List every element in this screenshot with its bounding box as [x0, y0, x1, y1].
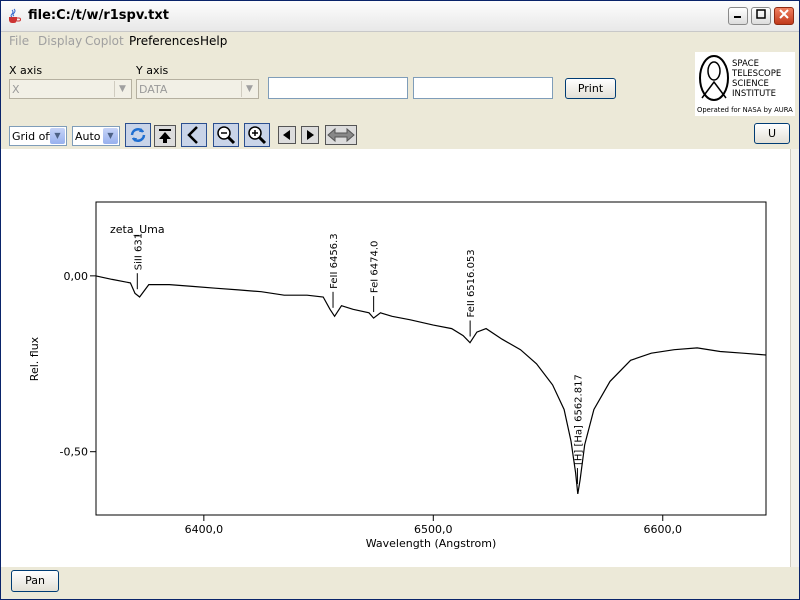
object-label: zeta_Uma: [110, 223, 165, 236]
menu-preferences[interactable]: Preferences: [129, 34, 200, 48]
annotation-label: SiII 631: [133, 233, 144, 270]
chevron-down-icon: ▼: [114, 81, 130, 97]
scroll-left-button[interactable]: [278, 126, 296, 144]
svg-text:SPACE: SPACE: [732, 59, 759, 69]
plot-area[interactable]: 6400,0 6500,0 6600,0 0,00 -0,50 SiII 631 FeII…: [1, 149, 790, 569]
menu-bar: File Display Coplot Preferences Help: [1, 32, 799, 50]
grid-select[interactable]: Grid off ▼: [9, 126, 67, 146]
chevron-down-icon: ▼: [103, 128, 118, 144]
maximize-icon: [756, 9, 766, 19]
back-button[interactable]: [181, 123, 207, 147]
maximize-button[interactable]: [751, 7, 771, 25]
bottom-bar: Pan: [1, 567, 799, 599]
x-tick-label: 6500,0: [414, 523, 453, 536]
menu-file[interactable]: File: [9, 34, 29, 48]
triangle-right-icon: [307, 130, 314, 140]
menu-coplot[interactable]: Coplot: [85, 34, 124, 48]
scale-select[interactable]: Auto ▼: [72, 126, 120, 146]
menu-help[interactable]: Help: [200, 34, 227, 48]
arrow-top-icon: [159, 129, 171, 143]
series-line: [95, 275, 767, 494]
x-tick-label: 6600,0: [643, 523, 682, 536]
chevron-down-icon: ▼: [241, 81, 257, 97]
x-tick-label: 6400,0: [185, 523, 224, 536]
close-button[interactable]: [774, 7, 794, 25]
refresh-button[interactable]: [125, 123, 151, 147]
triangle-left-icon: [283, 130, 290, 140]
zoom-in-icon: [248, 126, 267, 145]
zoom-out-button[interactable]: [213, 123, 239, 147]
print-button[interactable]: Print: [565, 78, 616, 99]
y-tick-label: 0,00: [64, 270, 89, 283]
scale-value: Auto: [75, 130, 101, 143]
vertical-scrollbar[interactable]: [790, 149, 799, 569]
window-title: file:C:/t/w/r1spv.txt: [28, 8, 169, 23]
y-tick-label: -0,50: [60, 446, 88, 459]
annotation-label: FeI 6474.0: [370, 241, 381, 293]
scroll-right-button[interactable]: [301, 126, 319, 144]
u-button[interactable]: U: [754, 123, 790, 144]
svg-text:INSTITUTE: INSTITUTE: [732, 89, 776, 99]
grid-value: Grid off: [12, 130, 53, 143]
stsci-logo: SPACE TELESCOPE SCIENCE INSTITUTE Operat…: [695, 52, 795, 116]
annotation-label: FeII 6516.053: [466, 249, 477, 317]
x-axis-title: Wavelength (Angstrom): [366, 537, 497, 550]
close-icon: [779, 9, 789, 19]
refresh-icon: [130, 128, 146, 142]
application-window: file:C:/t/w/r1spv.txt File Display Coplo…: [0, 0, 800, 600]
text-field-1[interactable]: [268, 77, 408, 99]
y-axis-label: Y axis: [136, 64, 169, 77]
x-axis-select[interactable]: X ▼: [9, 79, 132, 99]
x-axis-label: X axis: [9, 64, 43, 77]
spectrum-chart: 6400,0 6500,0 6600,0 0,00 -0,50 SiII 631 FeII…: [28, 201, 767, 550]
axis-panel: X axis Y axis X ▼ DATA ▼ Print SPACE TEL…: [1, 50, 799, 120]
svg-text:Operated for NASA by AURA: Operated for NASA by AURA: [697, 106, 793, 114]
annotation-label: [H] [Ha] 6562.817: [573, 374, 584, 465]
zoom-out-icon: [217, 126, 236, 145]
chevron-left-icon: [187, 126, 198, 144]
menu-display[interactable]: Display: [38, 34, 82, 48]
expand-button[interactable]: [325, 125, 357, 145]
x-axis-value: X: [12, 83, 20, 96]
title-bar: file:C:/t/w/r1spv.txt: [1, 1, 799, 32]
minimize-button[interactable]: [728, 7, 748, 25]
double-arrow-icon: [327, 127, 355, 143]
y-axis-title: Rel. flux: [28, 336, 41, 381]
svg-text:SCIENCE: SCIENCE: [732, 79, 769, 89]
top-button[interactable]: [154, 125, 176, 147]
minimize-icon: [734, 16, 741, 18]
annotation-label: FeII 6456.3: [329, 233, 340, 288]
chevron-down-icon: ▼: [50, 128, 65, 144]
java-cup-icon: [9, 8, 21, 23]
zoom-in-button[interactable]: [244, 123, 270, 147]
pan-button[interactable]: Pan: [11, 570, 59, 592]
svg-text:TELESCOPE: TELESCOPE: [731, 69, 781, 79]
text-field-2[interactable]: [413, 77, 553, 99]
y-axis-select[interactable]: DATA ▼: [136, 79, 259, 99]
y-axis-value: DATA: [139, 83, 168, 96]
stsci-logo-graphic: SPACE TELESCOPE SCIENCE INSTITUTE Operat…: [697, 55, 793, 114]
plot-frame: [95, 201, 767, 516]
